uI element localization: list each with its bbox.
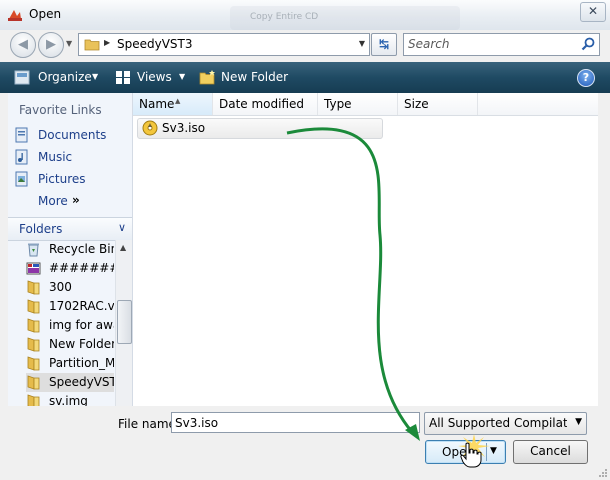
- open-dialog: Copy Entire CD Open ✕ ◀ ▶ ▼ ▶ SpeedyVST3…: [0, 0, 610, 480]
- annotation-arrow: [286, 127, 420, 441]
- hand-cursor-icon: [460, 442, 482, 468]
